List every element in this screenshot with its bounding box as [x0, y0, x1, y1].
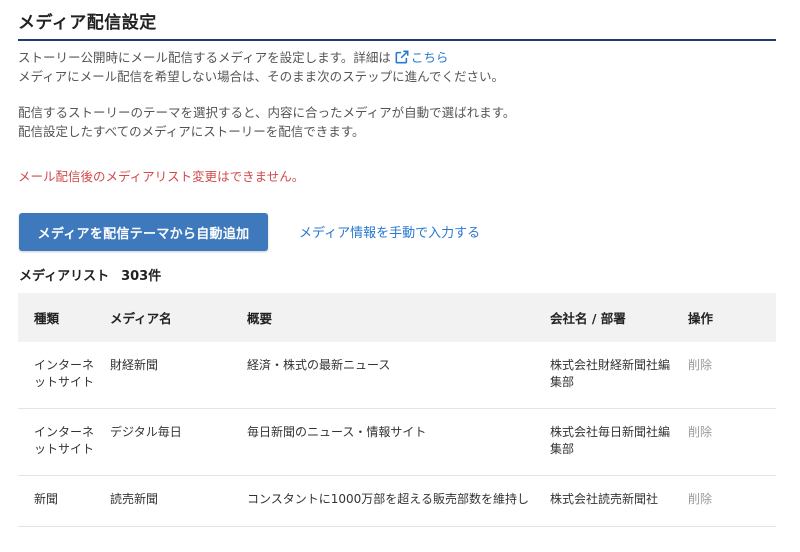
description-block-1: ストーリー公開時にメール配信するメディアを設定します。詳細は こちら メディアにメ…	[18, 48, 504, 86]
description-line-4: 配信設定したすべてのメディアにストーリーを配信できます。	[18, 124, 365, 139]
media-list-count: 303件	[121, 269, 162, 284]
description-line-2: メディアにメール配信を希望しない場合は、そのまま次のステップに進んでください。	[18, 69, 505, 84]
cell-type: 新聞	[18, 475, 94, 527]
auto-add-media-button[interactable]: メディアを配信テーマから自動追加	[19, 213, 268, 251]
column-header-name: メディア名	[110, 311, 172, 326]
table-row: インターネットサイト デジタル毎日 毎日新聞のニュース・情報サイト 株式会社毎日…	[18, 408, 776, 476]
media-delivery-settings-page: メディア配信設定 ストーリー公開時にメール配信するメディアを設定します。詳細は こ…	[0, 0, 800, 552]
description-line-1: ストーリー公開時にメール配信するメディアを設定します。詳細は こちら	[18, 48, 504, 67]
external-link-icon	[395, 50, 409, 64]
cell-type: インターネットサイト	[18, 408, 94, 476]
cell-type: インターネットサイト	[18, 342, 94, 409]
cell-summary: 経済・株式の最新ニュース	[231, 342, 534, 409]
cell-name: 読売新聞	[94, 475, 231, 527]
column-header-action: 操作	[688, 311, 714, 326]
cell-action: 削除	[672, 342, 776, 409]
column-header-summary: 概要	[247, 311, 273, 326]
delete-button[interactable]: 削除	[688, 492, 712, 506]
media-table: 種類 メディア名 概要 会社名 / 部署 操作 インターネットサイト 財経新聞 …	[18, 293, 776, 527]
delete-button[interactable]: 削除	[688, 358, 712, 372]
table-row: インターネットサイト 財経新聞 経済・株式の最新ニュース 株式会社財経新聞社編集…	[18, 342, 776, 409]
cell-name: 財経新聞	[94, 342, 231, 409]
cell-company: 株式会社毎日新聞社編集部	[534, 408, 672, 476]
column-header-company: 会社名 / 部署	[550, 311, 626, 326]
description-line-3: 配信するストーリーのテーマを選択すると、内容に合ったメディアが自動で選ばれます。	[18, 105, 516, 120]
description-block-2: 配信するストーリーのテーマを選択すると、内容に合ったメディアが自動で選ばれます。…	[18, 103, 515, 141]
cell-summary: 毎日新聞のニュース・情報サイト	[231, 408, 534, 476]
warning-text: メール配信後のメディアリスト変更はできません。	[18, 169, 305, 184]
details-link-label: こちら	[410, 50, 449, 65]
page-title: メディア配信設定	[18, 13, 157, 33]
table-row: 新聞 読売新聞 コンスタントに1000万部を超える販売部数を維持し 株式会社読売…	[18, 475, 776, 527]
cell-name: デジタル毎日	[94, 408, 231, 476]
cell-company: 株式会社読売新聞社	[534, 475, 672, 527]
manual-input-link[interactable]: メディア情報を手動で入力する	[299, 222, 480, 241]
media-list-header: メディアリスト 303件	[19, 265, 161, 284]
cell-action: 削除	[672, 408, 776, 476]
column-header-type: 種類	[34, 311, 60, 326]
details-link[interactable]: こちら	[391, 50, 449, 65]
description-line-1-text: ストーリー公開時にメール配信するメディアを設定します。詳細は	[18, 50, 391, 65]
cell-summary: コンスタントに1000万部を超える販売部数を維持し	[231, 475, 534, 527]
media-table-header: 種類 メディア名 概要 会社名 / 部署 操作	[18, 293, 776, 342]
title-divider	[18, 39, 776, 41]
cell-company: 株式会社財経新聞社編集部	[534, 342, 672, 409]
cell-action: 削除	[672, 475, 776, 527]
delete-button[interactable]: 削除	[688, 425, 712, 439]
media-list-label: メディアリスト	[19, 269, 110, 284]
